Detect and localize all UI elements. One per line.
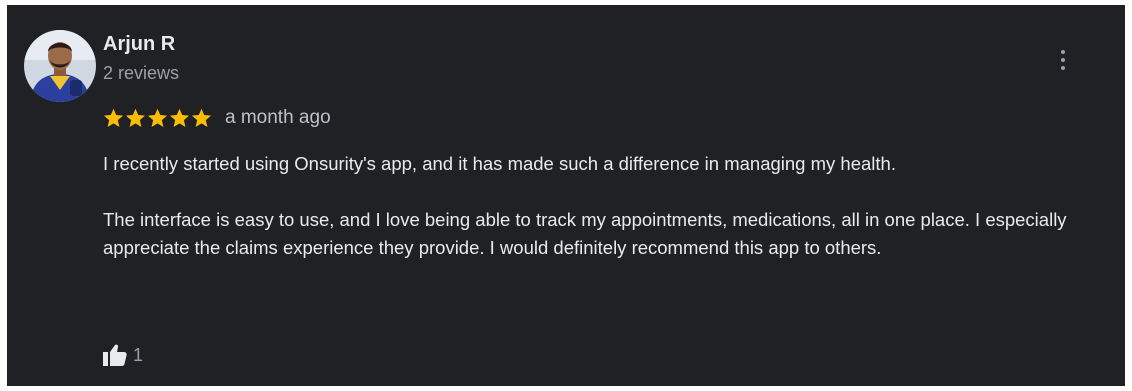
star-icon [169,108,190,127]
author-name[interactable]: Arjun R [103,32,175,56]
review-date: a month ago [225,107,331,128]
star-icon [147,108,168,127]
rating-row: a month ago [103,105,331,131]
star-rating [103,108,212,128]
review-text: I recently started using Onsurity's app,… [103,150,1103,262]
star-icon [191,108,212,127]
more-options-icon[interactable] [1051,43,1075,77]
author-review-count: 2 reviews [103,63,180,83]
star-icon [103,108,124,127]
star-icon [125,108,146,127]
review-paragraph: The interface is easy to use, and I love… [103,209,1067,258]
more-dot [1061,50,1065,54]
review-paragraph: I recently started using Onsurity's app,… [103,153,896,174]
review-card: Arjun R 2 reviews a month ago I recently… [7,5,1125,386]
avatar-image [24,30,96,102]
like-button[interactable]: 1 [103,341,143,369]
like-count: 1 [133,345,144,365]
more-dot [1061,58,1065,62]
more-dot [1061,66,1065,70]
thumbs-up-icon [103,344,127,366]
avatar[interactable] [24,30,96,102]
